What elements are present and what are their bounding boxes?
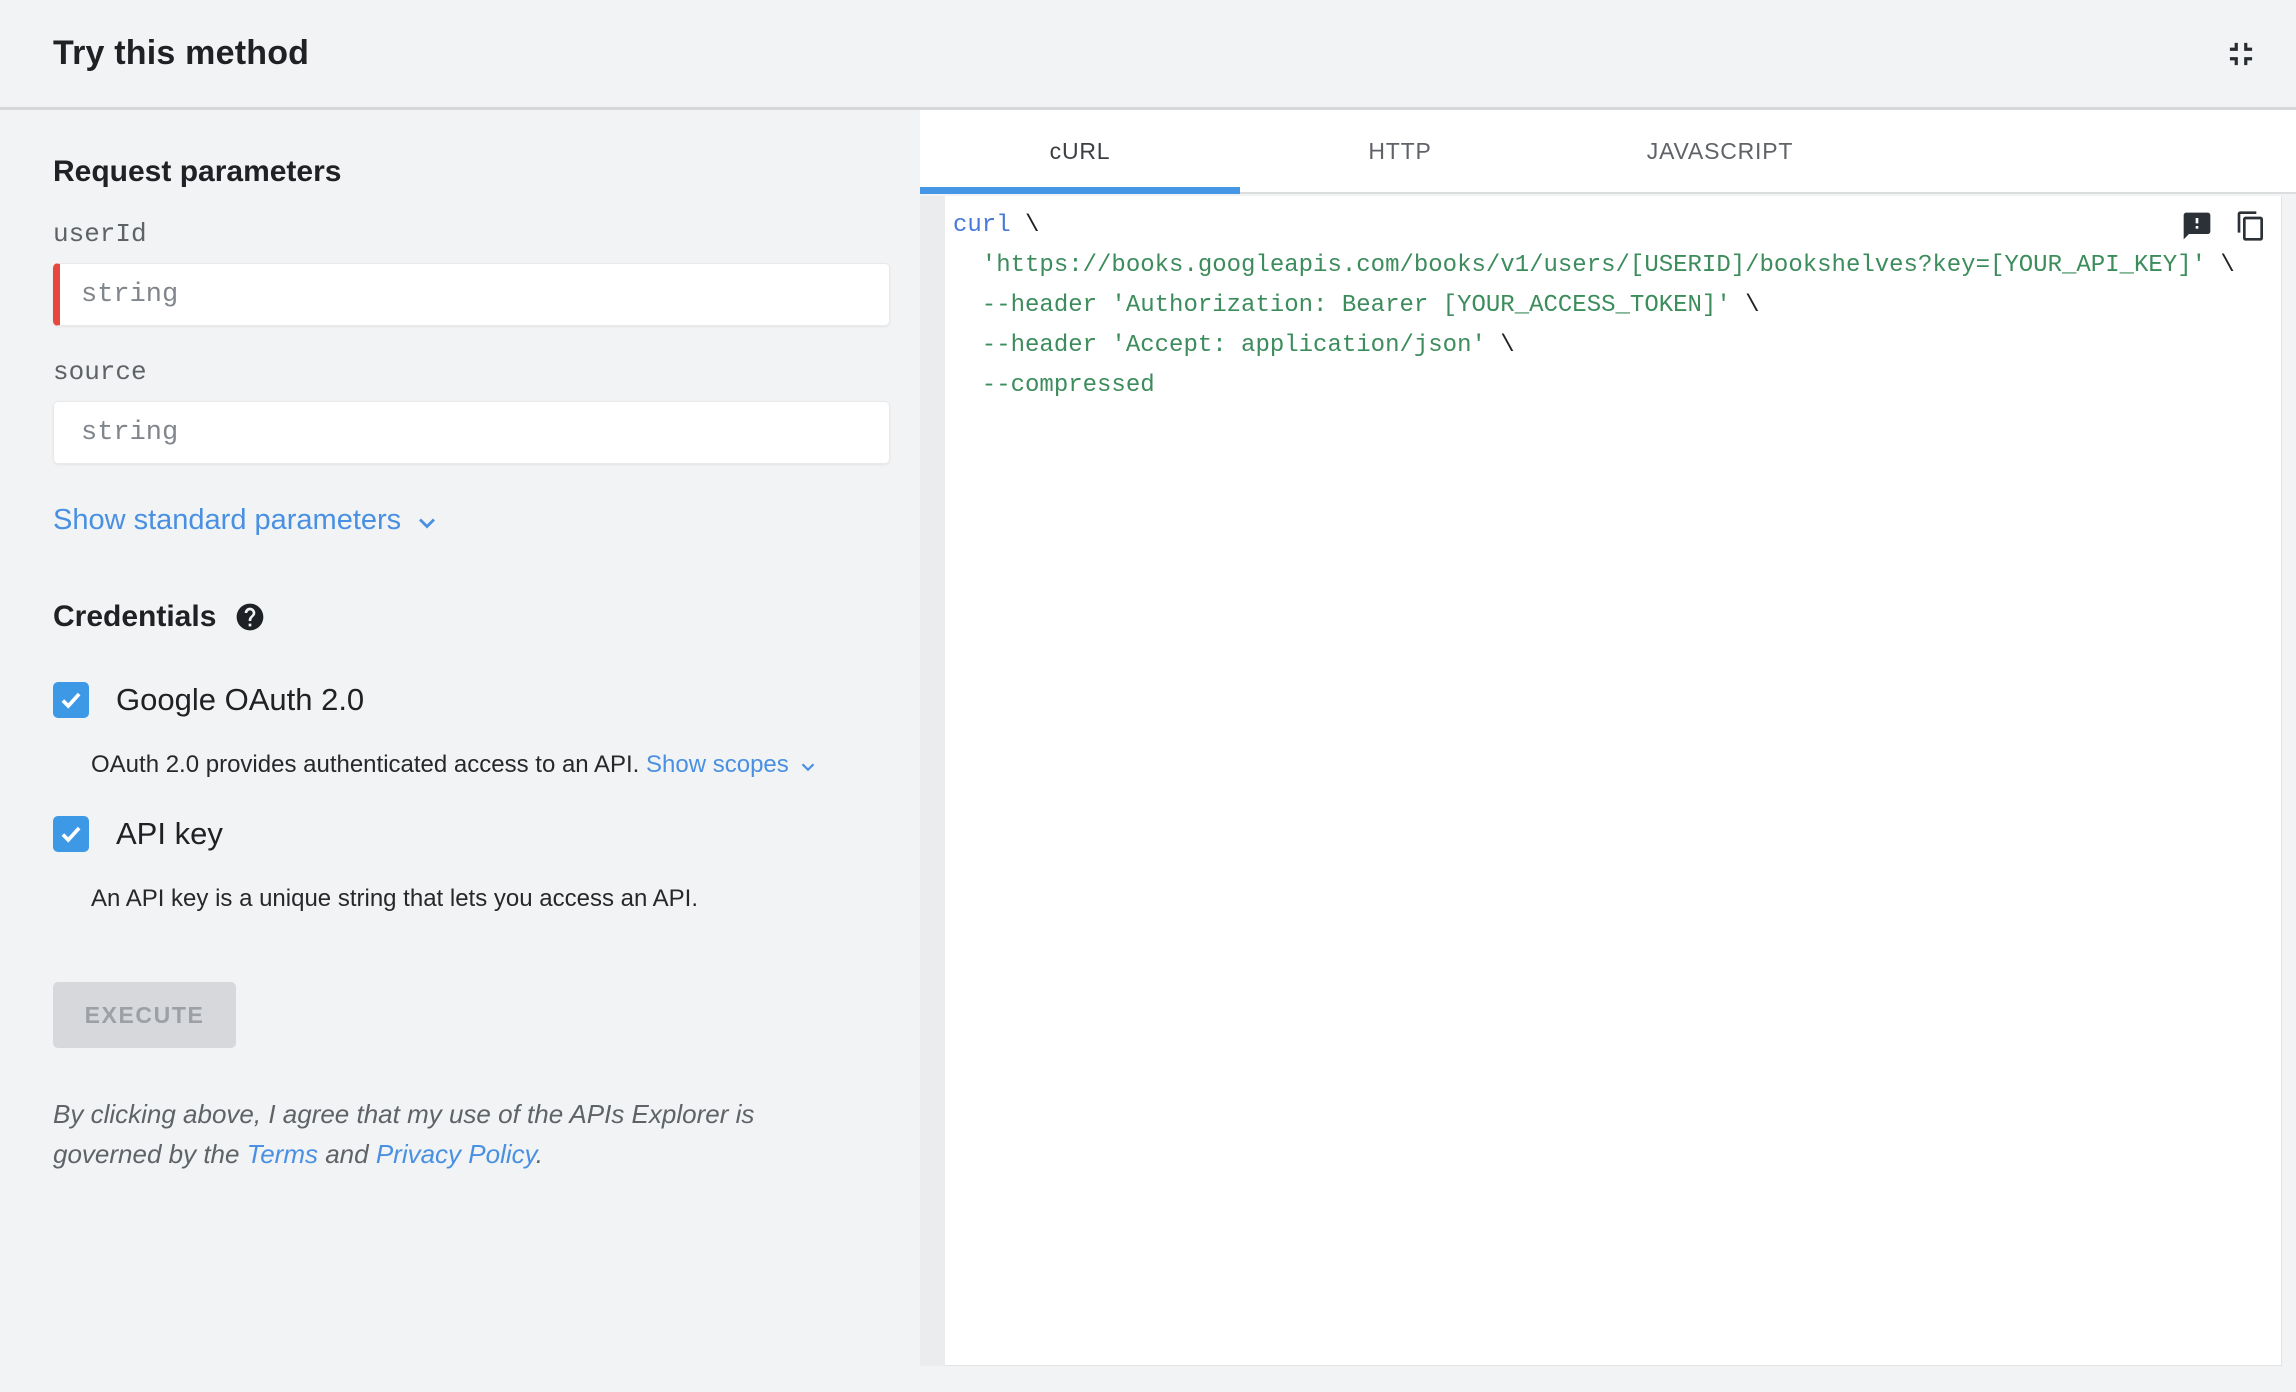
chevron-down-icon: [419, 518, 436, 528]
request-panel: Request parameters userId source Show st…: [0, 110, 920, 1392]
source-input[interactable]: [53, 401, 890, 464]
code-continuation: \: [1730, 292, 1760, 319]
terms-text-3: .: [535, 1139, 543, 1169]
tab-javascript[interactable]: JAVASCRIPT: [1560, 110, 1880, 192]
userid-label: userId: [53, 219, 147, 249]
privacy-policy-link[interactable]: Privacy Policy: [376, 1139, 536, 1169]
apikey-checkbox[interactable]: [53, 816, 89, 852]
tab-javascript-label: JAVASCRIPT: [1646, 137, 1794, 164]
page-title: Try this method: [53, 34, 310, 72]
apikey-label: API key: [116, 816, 223, 851]
show-scopes-label: Show scopes: [646, 751, 789, 778]
code-line: 'https://books.googleapis.com/books/v1/u…: [953, 246, 2281, 286]
check-icon: [61, 692, 81, 709]
code-line: curl \: [953, 206, 2281, 246]
oauth-label: Google OAuth 2.0: [116, 682, 365, 717]
tab-http[interactable]: HTTP: [1240, 110, 1560, 192]
code-line: --compressed: [953, 366, 2281, 406]
dialog-header: Try this method: [0, 0, 2296, 110]
code-actions: [2181, 210, 2267, 242]
oauth-description-text: OAuth 2.0 provides authenticated access …: [91, 751, 647, 778]
apikey-credential-row[interactable]: API key: [53, 816, 890, 852]
show-scopes-link[interactable]: Show scopes: [646, 751, 819, 779]
userid-input[interactable]: [53, 263, 890, 326]
code-language-tabs: cURL HTTP JAVASCRIPT: [920, 110, 2296, 194]
code-url-string: 'https://books.googleapis.com/books/v1/u…: [953, 252, 2207, 279]
show-standard-parameters-link[interactable]: Show standard parameters: [53, 504, 441, 537]
oauth-credential-row[interactable]: Google OAuth 2.0: [53, 682, 890, 718]
code-continuation: \: [1485, 332, 1515, 359]
apikey-description: An API key is a unique string that lets …: [91, 885, 699, 912]
execute-button[interactable]: EXECUTE: [53, 982, 236, 1048]
code-line: --header 'Accept: application/json' \: [953, 326, 2281, 366]
request-parameters-heading: Request parameters: [53, 155, 342, 188]
panel-gutter: [920, 196, 945, 1366]
code-line: --header 'Authorization: Bearer [YOUR_AC…: [953, 286, 2281, 326]
code-command: curl: [953, 212, 1011, 239]
code-tab-content: curl \ 'https://books.googleapis.com/boo…: [920, 196, 2296, 1392]
code-accept-header: --header 'Accept: application/json': [953, 332, 1486, 359]
tab-curl[interactable]: cURL: [920, 110, 1240, 194]
chevron-down-icon: [801, 762, 815, 771]
tab-curl-label: cURL: [1049, 137, 1111, 164]
copy-icon[interactable]: [2235, 210, 2267, 242]
oauth-checkbox[interactable]: [53, 682, 89, 718]
credentials-heading: Credentials: [53, 600, 217, 633]
show-standard-parameters-label: Show standard parameters: [53, 504, 402, 536]
code-compressed-flag: --compressed: [953, 372, 1155, 399]
tab-http-label: HTTP: [1368, 137, 1432, 164]
help-icon[interactable]: [234, 601, 266, 633]
code-block: curl \ 'https://books.googleapis.com/boo…: [945, 196, 2282, 1366]
source-label: source: [53, 357, 147, 387]
code-sample-panel: cURL HTTP JAVASCRIPT curl \ 'https://boo…: [920, 110, 2296, 1392]
code-continuation: \: [1010, 212, 1040, 239]
oauth-description: OAuth 2.0 provides authenticated access …: [91, 751, 890, 779]
feedback-icon[interactable]: [2181, 210, 2213, 242]
code-continuation: \: [2206, 252, 2235, 279]
fullscreen-exit-icon[interactable]: [2222, 35, 2260, 73]
terms-text: By clicking above, I agree that my use o…: [53, 1094, 768, 1174]
code-auth-header: --header 'Authorization: Bearer [YOUR_AC…: [953, 292, 1731, 319]
terms-link[interactable]: Terms: [247, 1139, 318, 1169]
terms-text-2: and: [317, 1139, 376, 1169]
check-icon: [61, 826, 81, 843]
